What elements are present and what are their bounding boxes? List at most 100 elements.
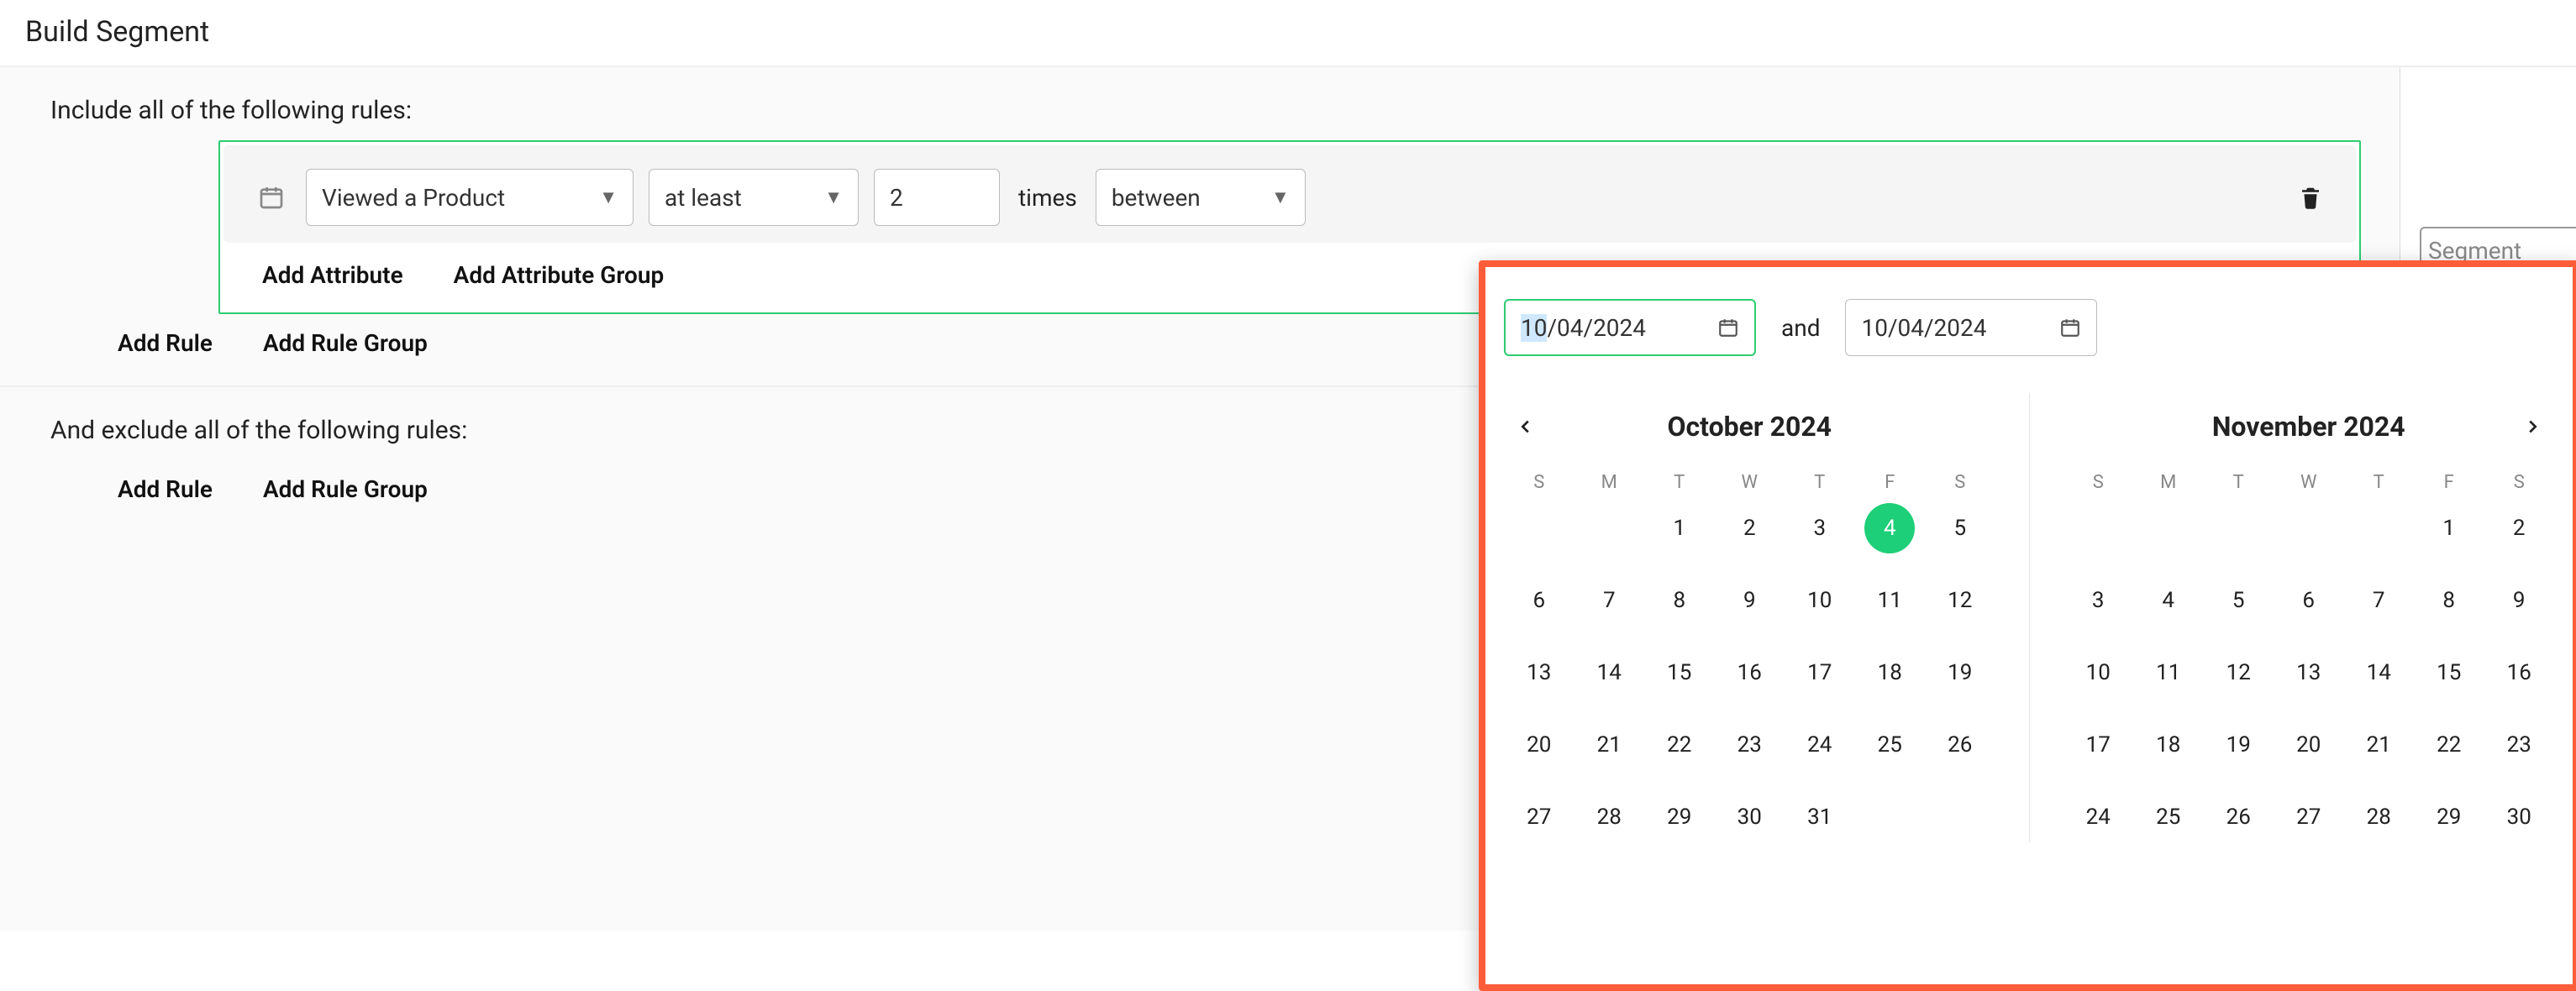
calendar-day[interactable]: 18 (1855, 648, 1926, 698)
calendar-day[interactable]: 28 (2343, 792, 2414, 842)
calendar-day[interactable]: 10 (2063, 648, 2133, 698)
month-label: November 2024 (2212, 411, 2405, 443)
dow-cell: W (2274, 472, 2344, 493)
calendar-day[interactable]: 25 (2133, 792, 2204, 842)
add-rule-button[interactable]: Add Rule (118, 329, 213, 357)
calendar-grid: 1234567891011121314151617181920212223242… (1504, 503, 1995, 842)
calendar-day[interactable]: 11 (2133, 648, 2204, 698)
event-select-label: Viewed a Product (322, 184, 505, 212)
calendar-day[interactable]: 19 (2203, 720, 2274, 770)
calendar-day[interactable]: 22 (2414, 720, 2484, 770)
next-month-button[interactable] (2514, 408, 2551, 445)
calendar-day[interactable]: 13 (2274, 648, 2344, 698)
calendar-day[interactable]: 29 (2414, 792, 2484, 842)
calendar-day[interactable]: 23 (2484, 720, 2554, 770)
caret-down-icon: ▼ (824, 186, 843, 208)
calendar-day[interactable]: 23 (1715, 720, 1785, 770)
calendar-day[interactable]: 16 (1715, 648, 1785, 698)
calendar-day[interactable]: 10 (1785, 575, 1855, 626)
calendar-month-left: October 2024 SMTWTFS 1234567891011121314… (1504, 401, 1995, 842)
caret-down-icon: ▼ (1271, 186, 1290, 208)
count-input[interactable]: 2 (874, 169, 1000, 226)
add-attribute-button[interactable]: Add Attribute (262, 261, 403, 289)
dow-cell: T (1785, 472, 1855, 493)
calendar-day[interactable]: 22 (1644, 720, 1715, 770)
calendar-day[interactable]: 11 (1855, 575, 1926, 626)
calendar-day[interactable]: 8 (1644, 575, 1715, 626)
calendar-day[interactable]: 1 (2414, 503, 2484, 553)
calendar-day[interactable]: 3 (2063, 575, 2133, 626)
calendar-day[interactable]: 19 (1925, 648, 1995, 698)
date-from-value: 10/04/2024 (1521, 314, 1646, 342)
calendar-day[interactable]: 8 (2414, 575, 2484, 626)
calendar-day[interactable]: 2 (2484, 503, 2554, 553)
frequency-select-label: at least (665, 184, 742, 212)
add-rule-group-button[interactable]: Add Rule Group (263, 329, 428, 357)
add-rule-button[interactable]: Add Rule (118, 475, 213, 503)
dow-cell: T (1644, 472, 1715, 493)
calendar-day[interactable]: 26 (2203, 792, 2274, 842)
calendar-day[interactable]: 27 (1504, 792, 1575, 842)
add-attribute-group-button[interactable]: Add Attribute Group (454, 261, 665, 289)
calendar-day[interactable]: 18 (2133, 720, 2204, 770)
calendar-day[interactable]: 5 (1925, 503, 1995, 553)
day-of-week-header: SMTWTFS (1504, 472, 1995, 493)
calendar-day[interactable]: 12 (1925, 575, 1995, 626)
calendar-day[interactable]: 26 (1925, 720, 1995, 770)
dow-cell: F (1855, 472, 1926, 493)
dow-cell: M (1575, 472, 1645, 493)
calendar-day[interactable]: 15 (1644, 648, 1715, 698)
range-operator-select[interactable]: between ▼ (1096, 169, 1306, 226)
prev-month-button[interactable] (1507, 408, 1544, 445)
event-select[interactable]: Viewed a Product ▼ (306, 169, 633, 226)
calendar-day[interactable]: 24 (2063, 792, 2133, 842)
calendar-day[interactable]: 4 (2133, 575, 2204, 626)
calendar-month-right: November 2024 SMTWTFS 123456789101112131… (2063, 401, 2554, 842)
caret-down-icon: ▼ (599, 186, 618, 208)
calendar-day[interactable]: 29 (1644, 792, 1715, 842)
calendar-day[interactable]: 14 (1575, 648, 1645, 698)
dow-cell: S (1925, 472, 1995, 493)
calendar-day[interactable]: 27 (2274, 792, 2344, 842)
calendar-day[interactable]: 2 (1715, 503, 1785, 553)
calendar-day[interactable]: 6 (2274, 575, 2344, 626)
calendar-day[interactable]: 4 (1864, 503, 1915, 553)
calendar-day[interactable]: 13 (1504, 648, 1575, 698)
calendar-day[interactable]: 6 (1504, 575, 1575, 626)
calendar-day[interactable]: 9 (2484, 575, 2554, 626)
calendar-day[interactable]: 3 (1785, 503, 1855, 553)
calendar-day[interactable]: 20 (1504, 720, 1575, 770)
calendar-day[interactable]: 28 (1575, 792, 1645, 842)
times-label: times (1015, 184, 1080, 212)
calendar-day[interactable]: 17 (1785, 648, 1855, 698)
calendar-day[interactable]: 7 (2343, 575, 2414, 626)
add-rule-group-button[interactable]: Add Rule Group (263, 475, 428, 503)
calendar-day[interactable]: 17 (2063, 720, 2133, 770)
calendar-day[interactable]: 21 (1575, 720, 1645, 770)
calendar-day[interactable]: 25 (1855, 720, 1926, 770)
calendar-day[interactable]: 20 (2274, 720, 2344, 770)
dow-cell: S (1504, 472, 1575, 493)
date-to-value: 10/04/2024 (1861, 314, 1986, 342)
calendar-day[interactable]: 21 (2343, 720, 2414, 770)
dow-cell: T (2343, 472, 2414, 493)
calendar-day[interactable]: 14 (2343, 648, 2414, 698)
calendar-day[interactable]: 5 (2203, 575, 2274, 626)
calendar-icon (1717, 317, 1739, 338)
calendar-day[interactable]: 12 (2203, 648, 2274, 698)
calendar-day[interactable]: 24 (1785, 720, 1855, 770)
delete-rule-button[interactable] (2294, 181, 2327, 214)
frequency-select[interactable]: at least ▼ (649, 169, 859, 226)
calendar-day[interactable]: 1 (1644, 503, 1715, 553)
calendar-day[interactable]: 31 (1785, 792, 1855, 842)
calendar-day[interactable]: 7 (1575, 575, 1645, 626)
date-from-input[interactable]: 10/04/2024 (1504, 299, 1756, 356)
range-operator-label: between (1112, 184, 1201, 212)
calendar-day[interactable]: 15 (2414, 648, 2484, 698)
date-to-input[interactable]: 10/04/2024 (1845, 299, 2097, 356)
calendar-day[interactable]: 9 (1715, 575, 1785, 626)
calendar-day[interactable]: 16 (2484, 648, 2554, 698)
date-inputs-row: 10/04/2024 and 10/04/2024 (1504, 286, 2554, 370)
calendar-day[interactable]: 30 (2484, 792, 2554, 842)
calendar-day[interactable]: 30 (1715, 792, 1785, 842)
